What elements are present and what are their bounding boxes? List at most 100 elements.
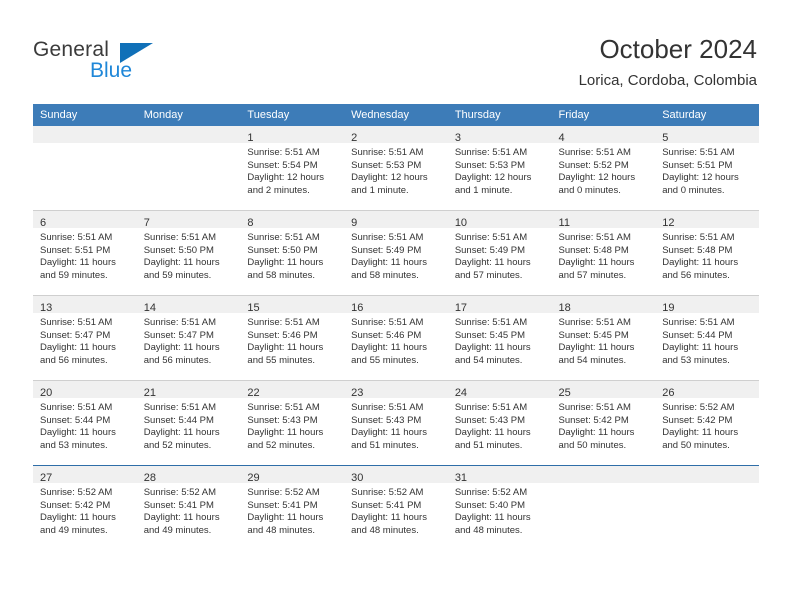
day-number: 8 [247, 217, 254, 229]
daylight-duration-line2: and 52 minutes. [143, 439, 212, 451]
calendar-day-cell[interactable]: 23 Sunrise: 5:51 AM Sunset: 5:43 PM Dayligh… [344, 380, 448, 466]
sunset-time: Sunset: 5:41 PM [143, 499, 214, 511]
day-number: 15 [247, 302, 260, 314]
day-details: Sunrise: 5:52 AM Sunset: 5:41 PM Daylight:… [240, 483, 344, 537]
calendar-day-cell[interactable]: 22 Sunrise: 5:51 AM Sunset: 5:43 PM Dayligh… [240, 380, 345, 466]
daylight-duration-line1: Daylight: 11 hours [247, 427, 324, 439]
calendar-day-cell[interactable]: 26 Sunrise: 5:52 AM Sunset: 5:42 PM Dayligh… [655, 380, 759, 466]
calendar-body: 1 Sunrise: 5:51 AM Sunset: 5:54 PM Daylight… [33, 126, 759, 550]
daylight-duration-line1: Daylight: 11 hours [454, 342, 531, 354]
calendar-day-cell[interactable]: 1 Sunrise: 5:51 AM Sunset: 5:54 PM Daylight… [240, 126, 345, 211]
daylight-duration-line1: Daylight: 12 hours [247, 172, 324, 184]
day-details: Sunrise: 5:51 AM Sunset: 5:51 PM Daylight:… [33, 228, 137, 282]
calendar-day-cell[interactable]: 30 Sunrise: 5:52 AM Sunset: 5:41 PM Dayligh… [344, 465, 448, 550]
calendar-day-cell[interactable]: 7 Sunrise: 5:51 AM Sunset: 5:50 PM Daylight… [136, 210, 241, 296]
calendar-day-cell[interactable]: 18 Sunrise: 5:51 AM Sunset: 5:45 PM Dayligh… [551, 295, 656, 381]
day-number: 27 [40, 472, 53, 484]
calendar-day-cell[interactable]: 12 Sunrise: 5:51 AM Sunset: 5:48 PM Dayligh… [655, 210, 759, 296]
daylight-duration-line1: Daylight: 11 hours [558, 342, 635, 354]
calendar-day-cell[interactable]: 21 Sunrise: 5:51 AM Sunset: 5:44 PM Dayligh… [136, 380, 241, 466]
day-number: 28 [143, 472, 156, 484]
day-number: 4 [558, 132, 565, 144]
calendar-week-row: 20 Sunrise: 5:51 AM Sunset: 5:44 PM Dayligh… [33, 380, 759, 466]
daylight-duration-line1: Daylight: 11 hours [454, 512, 531, 524]
daylight-duration-line1: Daylight: 11 hours [40, 512, 116, 524]
day-details: Sunrise: 5:52 AM Sunset: 5:42 PM Daylight:… [33, 483, 137, 537]
daylight-duration-line2: and 0 minutes. [662, 184, 725, 196]
calendar-day-cell[interactable]: 13 Sunrise: 5:51 AM Sunset: 5:47 PM Dayligh… [33, 295, 137, 381]
daylight-duration-line1: Daylight: 11 hours [143, 427, 220, 439]
day-details: Sunrise: 5:52 AM Sunset: 5:42 PM Daylight:… [655, 398, 759, 452]
sunrise-time: Sunrise: 5:51 AM [351, 232, 424, 243]
day-details: Sunrise: 5:51 AM Sunset: 5:54 PM Daylight:… [240, 143, 344, 197]
sunrise-time: Sunrise: 5:51 AM [558, 232, 631, 243]
day-number-band: 26 [655, 381, 759, 399]
calendar-day-cell[interactable]: 5 Sunrise: 5:51 AM Sunset: 5:51 PM Daylight… [655, 126, 759, 211]
calendar-day-cell[interactable]: 17 Sunrise: 5:51 AM Sunset: 5:45 PM Dayligh… [447, 295, 552, 381]
calendar-day-cell[interactable]: 24 Sunrise: 5:51 AM Sunset: 5:43 PM Dayligh… [447, 380, 552, 466]
day-details: Sunrise: 5:51 AM Sunset: 5:49 PM Daylight:… [344, 228, 448, 282]
sunset-time: Sunset: 5:46 PM [351, 329, 422, 341]
calendar-day-cell[interactable]: 9 Sunrise: 5:51 AM Sunset: 5:49 PM Daylight… [344, 210, 448, 296]
day-number-band: 23 [344, 381, 448, 399]
calendar-day-cell[interactable]: 19 Sunrise: 5:51 AM Sunset: 5:44 PM Dayligh… [655, 295, 759, 381]
day-number: 20 [40, 387, 53, 399]
sunrise-time: Sunrise: 5:51 AM [143, 232, 217, 243]
calendar-day-cell[interactable]: 3 Sunrise: 5:51 AM Sunset: 5:53 PM Daylight… [447, 126, 552, 211]
calendar-day-cell[interactable]: 29 Sunrise: 5:52 AM Sunset: 5:41 PM Dayligh… [240, 465, 345, 550]
day-details: Sunrise: 5:51 AM Sunset: 5:48 PM Daylight:… [655, 228, 759, 282]
day-number: 11 [558, 217, 570, 229]
day-details: Sunrise: 5:51 AM Sunset: 5:50 PM Daylight:… [137, 228, 241, 282]
sunset-time: Sunset: 5:51 PM [40, 244, 111, 256]
day-details: Sunrise: 5:51 AM Sunset: 5:42 PM Daylight:… [552, 398, 656, 452]
daylight-duration-line2: and 58 minutes. [351, 269, 419, 281]
calendar-day-cell[interactable]: 6 Sunrise: 5:51 AM Sunset: 5:51 PM Daylight… [33, 210, 137, 296]
day-details: Sunrise: 5:51 AM Sunset: 5:53 PM Daylight:… [344, 143, 448, 197]
sunset-time: Sunset: 5:51 PM [662, 159, 733, 171]
sunrise-time: Sunrise: 5:51 AM [247, 402, 320, 413]
sunset-time: Sunset: 5:54 PM [247, 159, 318, 171]
calendar-day-cell[interactable]: 20 Sunrise: 5:51 AM Sunset: 5:44 PM Dayligh… [33, 380, 137, 466]
day-number-band: 9 [344, 211, 448, 229]
sunset-time: Sunset: 5:45 PM [454, 329, 526, 341]
daylight-duration-line2: and 48 minutes. [351, 524, 419, 536]
day-number-band: 18 [551, 296, 656, 314]
day-number-band: 17 [447, 296, 552, 314]
calendar-day-cell[interactable]: 2 Sunrise: 5:51 AM Sunset: 5:53 PM Daylight… [344, 126, 448, 211]
sunset-time: Sunset: 5:53 PM [454, 159, 526, 171]
day-details: Sunrise: 5:51 AM Sunset: 5:51 PM Daylight:… [655, 143, 759, 197]
calendar-day-cell[interactable]: 27 Sunrise: 5:52 AM Sunset: 5:42 PM Dayligh… [33, 465, 137, 550]
daylight-duration-line1: Daylight: 11 hours [247, 512, 324, 524]
day-number-band: 13 [33, 296, 137, 314]
day-number-band: 19 [655, 296, 759, 314]
calendar-day-cell[interactable]: 31 Sunrise: 5:52 AM Sunset: 5:40 PM Dayligh… [447, 465, 552, 550]
sunset-time: Sunset: 5:47 PM [143, 329, 214, 341]
calendar-day-cell[interactable]: 16 Sunrise: 5:51 AM Sunset: 5:46 PM Dayligh… [344, 295, 448, 381]
weekday-header-sunday: Sunday [33, 104, 137, 126]
calendar-header-row: Sunday Monday Tuesday Wednesday Thursday… [33, 104, 759, 126]
day-number-band: 11 [551, 211, 656, 229]
day-details: Sunrise: 5:51 AM Sunset: 5:43 PM Daylight:… [240, 398, 344, 452]
sunrise-time: Sunrise: 5:52 AM [247, 487, 320, 498]
sunrise-time: Sunrise: 5:51 AM [662, 317, 735, 328]
calendar-day-cell[interactable]: 25 Sunrise: 5:51 AM Sunset: 5:42 PM Dayligh… [551, 380, 656, 466]
calendar-day-cell[interactable]: 4 Sunrise: 5:51 AM Sunset: 5:52 PM Daylight… [551, 126, 656, 211]
sunrise-time: Sunrise: 5:52 AM [143, 487, 217, 498]
day-number-band: 24 [447, 381, 552, 399]
daylight-duration-line2: and 0 minutes. [558, 184, 621, 196]
sunrise-time: Sunrise: 5:52 AM [351, 487, 424, 498]
calendar-day-cell[interactable]: 14 Sunrise: 5:51 AM Sunset: 5:47 PM Dayligh… [136, 295, 241, 381]
calendar-day-cell[interactable]: 15 Sunrise: 5:51 AM Sunset: 5:46 PM Dayligh… [240, 295, 345, 381]
sunset-time: Sunset: 5:40 PM [454, 499, 526, 511]
sunrise-sunset-calendar: Sunday Monday Tuesday Wednesday Thursday… [33, 104, 759, 550]
calendar-day-cell[interactable]: 11 Sunrise: 5:51 AM Sunset: 5:48 PM Dayligh… [551, 210, 656, 296]
sunset-time: Sunset: 5:47 PM [40, 329, 111, 341]
calendar-day-cell[interactable]: 10 Sunrise: 5:51 AM Sunset: 5:49 PM Dayligh… [447, 210, 552, 296]
daylight-duration-line1: Daylight: 11 hours [40, 342, 116, 354]
calendar-day-cell[interactable]: 28 Sunrise: 5:52 AM Sunset: 5:41 PM Dayligh… [136, 465, 241, 550]
sunrise-time: Sunrise: 5:51 AM [662, 232, 735, 243]
day-number-band: 7 [136, 211, 241, 229]
sunset-time: Sunset: 5:43 PM [454, 414, 526, 426]
sunrise-time: Sunrise: 5:51 AM [143, 402, 217, 413]
calendar-day-cell[interactable]: 8 Sunrise: 5:51 AM Sunset: 5:50 PM Daylight… [240, 210, 345, 296]
